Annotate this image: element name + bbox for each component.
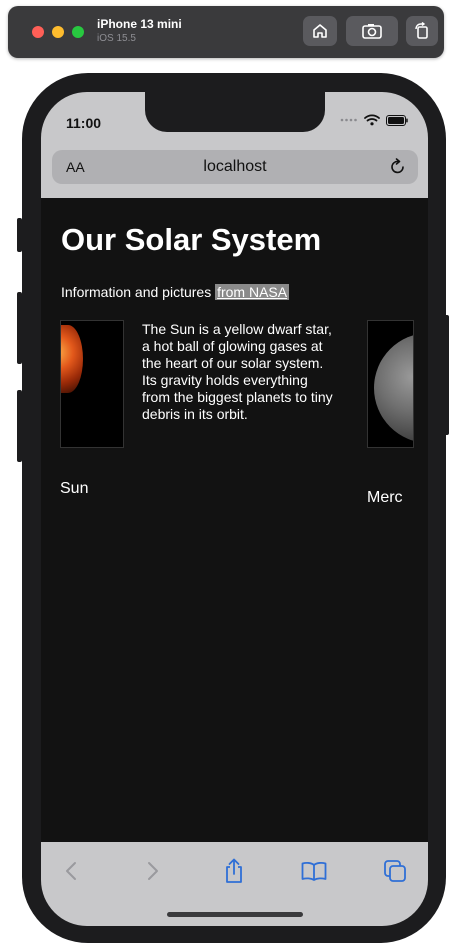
rotate-icon bbox=[415, 22, 428, 39]
reload-icon bbox=[391, 158, 404, 174]
simulator-os-version: iOS 15.5 bbox=[97, 33, 136, 44]
minimize-window-button[interactable] bbox=[52, 26, 64, 38]
phone-screen: 11:00 AA localhost Our Solar System Info… bbox=[41, 92, 428, 926]
share-button[interactable] bbox=[219, 856, 249, 886]
bookmarks-button[interactable] bbox=[299, 856, 329, 886]
wifi-icon bbox=[364, 114, 380, 126]
tabs-icon bbox=[384, 860, 406, 882]
camera-notch bbox=[145, 92, 325, 132]
back-button[interactable] bbox=[56, 856, 86, 886]
home-icon bbox=[313, 24, 327, 38]
intro-text: Information and pictures from NASA bbox=[61, 284, 290, 300]
mercury-image bbox=[367, 320, 414, 448]
battery-icon bbox=[386, 114, 408, 126]
nasa-link[interactable]: from NASA bbox=[215, 284, 290, 300]
intro-label: Information and pictures bbox=[61, 284, 216, 300]
sun-glow bbox=[61, 325, 83, 393]
simulator-screenshot-button[interactable] bbox=[346, 16, 398, 46]
address-bar[interactable]: AA localhost bbox=[52, 150, 418, 184]
status-time: 11:00 bbox=[66, 115, 102, 131]
url-text[interactable]: localhost bbox=[52, 158, 418, 176]
zoom-window-button[interactable] bbox=[72, 26, 84, 38]
forward-button[interactable] bbox=[138, 856, 168, 886]
forward-icon bbox=[148, 862, 158, 880]
simulator-home-button[interactable] bbox=[303, 16, 337, 46]
mercury-name: Merc bbox=[367, 489, 403, 506]
mercury-disc bbox=[374, 333, 413, 443]
signal-dots-icon bbox=[340, 118, 357, 122]
web-content: Our Solar System Information and picture… bbox=[41, 198, 428, 842]
screenshot-icon bbox=[362, 24, 382, 39]
page-title: Our Solar System bbox=[61, 222, 322, 257]
simulator-device-name: iPhone 13 mini bbox=[97, 17, 182, 31]
close-window-button[interactable] bbox=[32, 26, 44, 38]
sun-image bbox=[60, 320, 124, 448]
status-icons bbox=[340, 114, 408, 126]
simulator-titlebar: iPhone 13 mini iOS 15.5 bbox=[8, 6, 444, 58]
simulator-rotate-button[interactable] bbox=[406, 16, 438, 46]
tabs-button[interactable] bbox=[380, 856, 410, 886]
sun-name: Sun bbox=[60, 480, 89, 497]
sun-description: The Sun is a yellow dwarf star, a hot ba… bbox=[142, 321, 333, 422]
bookmarks-icon bbox=[301, 861, 327, 881]
share-icon bbox=[226, 858, 242, 883]
back-icon bbox=[66, 862, 76, 880]
home-indicator[interactable] bbox=[167, 912, 303, 917]
reload-button[interactable] bbox=[390, 158, 406, 181]
